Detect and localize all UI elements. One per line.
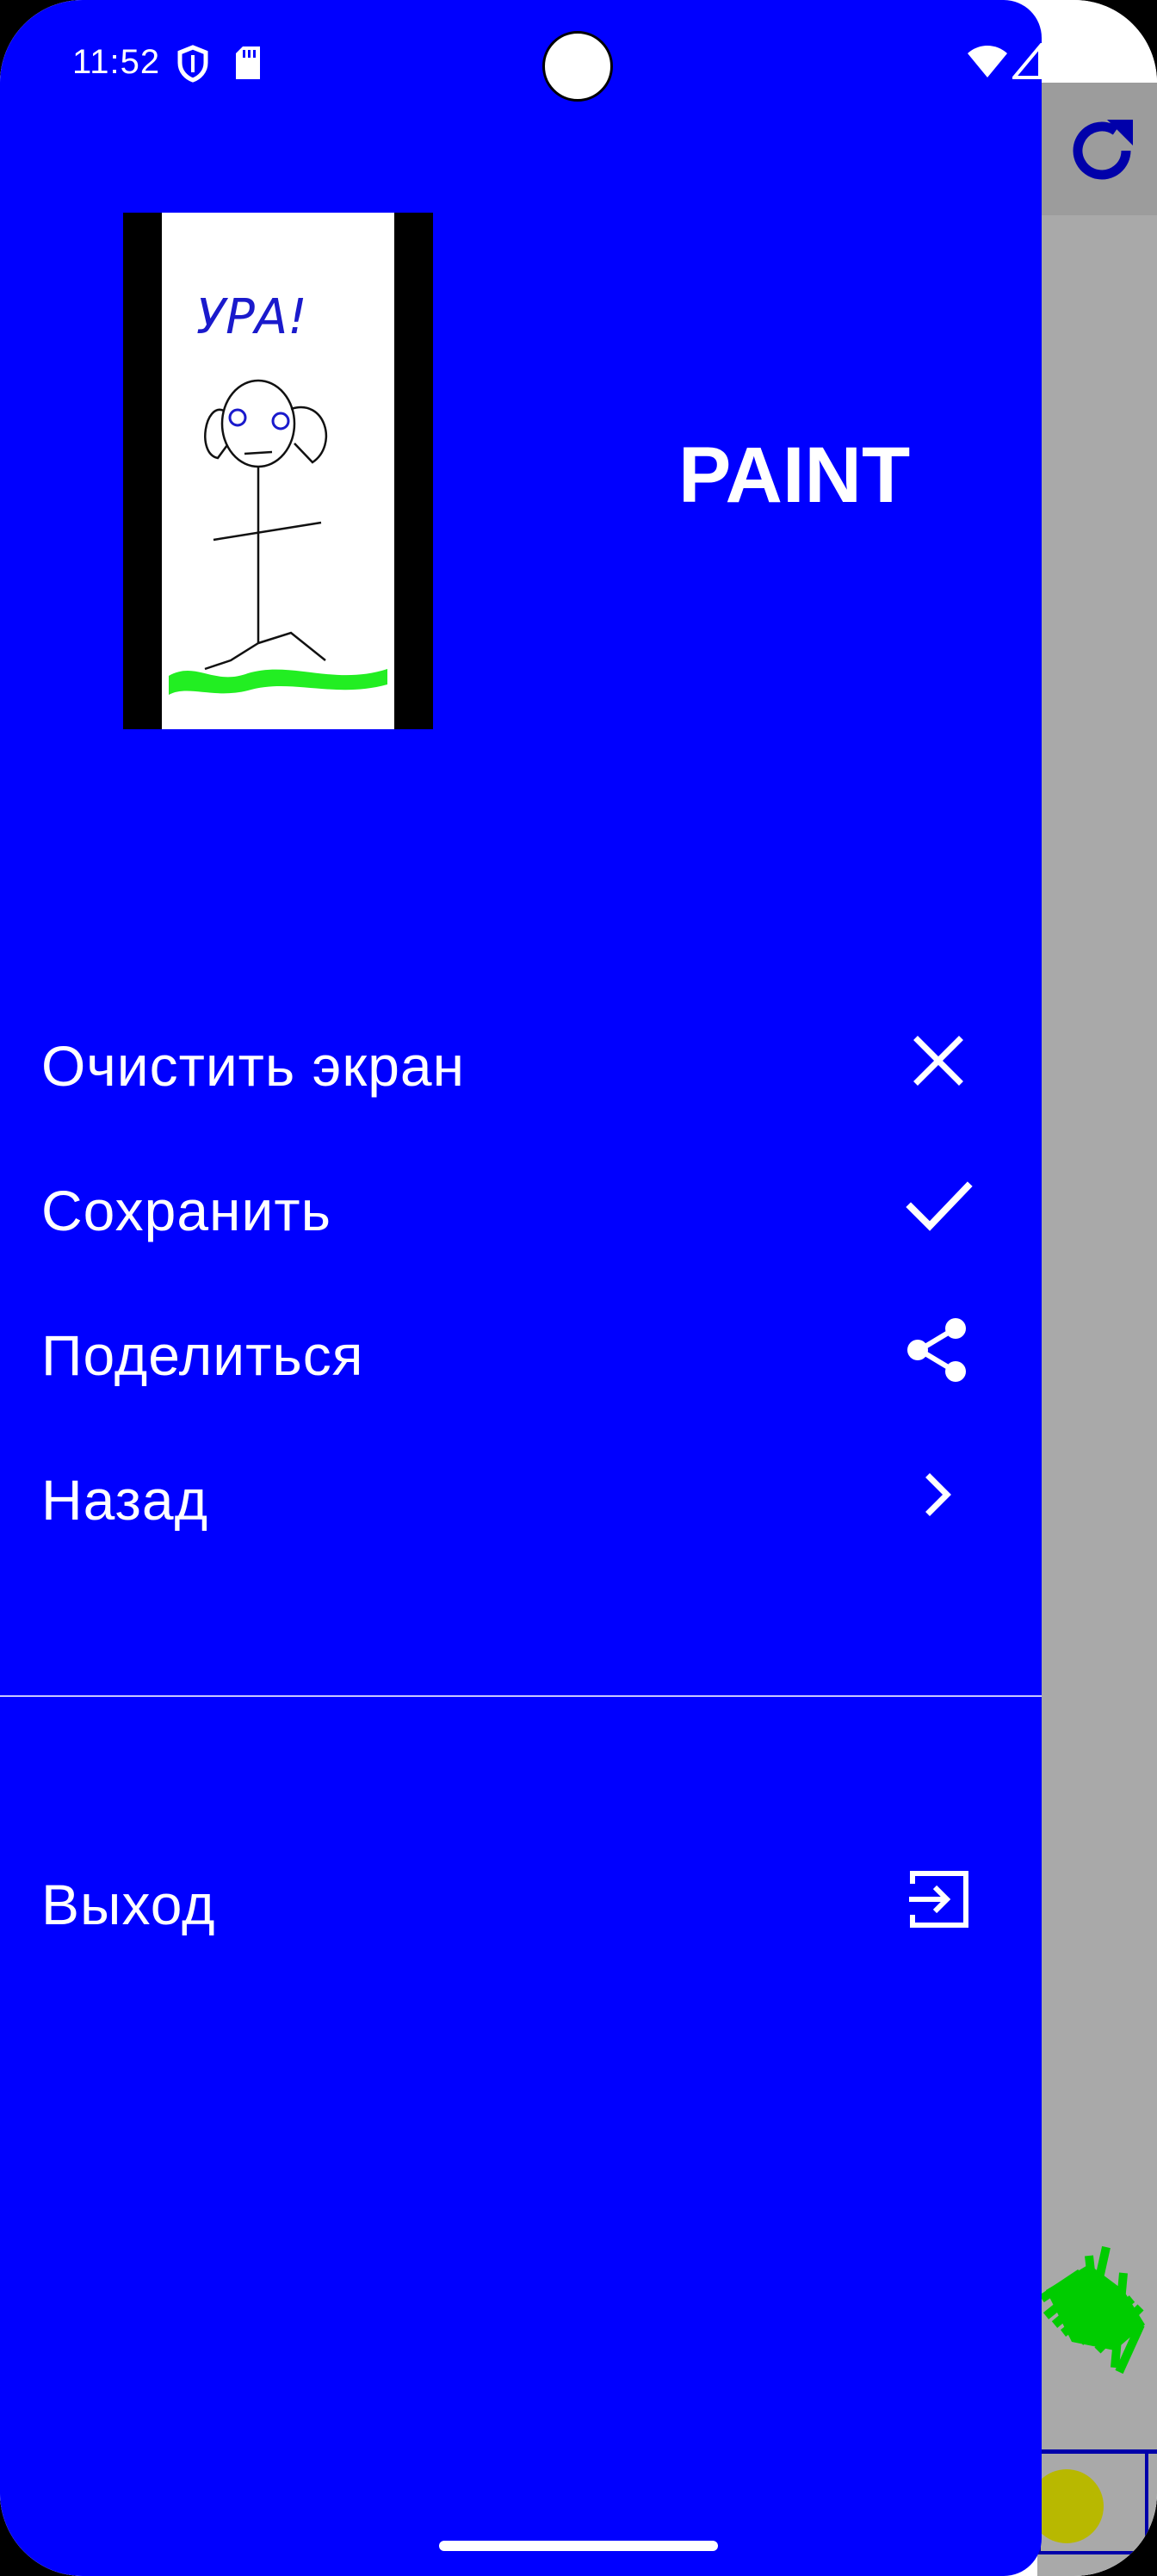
share-icon	[907, 1318, 966, 1382]
menu-item-label: Очистить экран	[41, 1034, 466, 1098]
signal-icon	[1012, 43, 1042, 79]
stick-figure-drawing: УРА!	[169, 289, 387, 695]
phone-screen: 11:52 УРА! PAINT Очистить экран Сохранит…	[0, 0, 1157, 2576]
gesture-navigation-handle[interactable]	[439, 2541, 718, 2551]
exit-icon	[909, 1871, 968, 1928]
battery-icon	[1064, 43, 1086, 82]
drawing-canvas[interactable]	[1037, 215, 1157, 2449]
close-icon	[913, 1036, 963, 1086]
front-camera	[542, 31, 613, 102]
menu-item-clear-screen[interactable]: Очистить экран	[0, 1000, 1042, 1121]
thumbnail-caption: УРА!	[196, 289, 307, 345]
chevron-right-icon	[925, 1473, 951, 1516]
menu-item-label: Сохранить	[41, 1179, 331, 1242]
menu-item-exit[interactable]: Выход	[0, 1839, 1042, 1960]
refresh-button[interactable]	[1059, 108, 1145, 194]
thumbnail-canvas: УРА!	[162, 213, 394, 729]
drawing-thumbnail: УРА!	[123, 213, 433, 729]
sd-card-icon	[236, 46, 260, 79]
menu-item-back[interactable]: Назад	[0, 1434, 1042, 1555]
refresh-icon	[1073, 120, 1133, 180]
canvas-drawing-strokes	[1039, 2245, 1145, 2375]
vpn-shield-icon	[177, 45, 208, 83]
check-icon	[906, 1181, 973, 1231]
menu-item-label: Выход	[41, 1873, 216, 1936]
navigation-drawer: 11:52 УРА! PAINT Очистить экран Сохранит…	[0, 0, 1042, 2576]
wifi-icon	[968, 46, 1007, 77]
menu-divider	[0, 1695, 1042, 1697]
menu-item-label: Назад	[41, 1468, 209, 1532]
app-title: PAINT	[678, 431, 911, 519]
menu-item-share[interactable]: Поделиться	[0, 1290, 1042, 1410]
menu-item-label: Поделиться	[41, 1323, 364, 1387]
status-time: 11:52	[72, 43, 161, 81]
menu-item-save[interactable]: Сохранить	[0, 1145, 1042, 1266]
